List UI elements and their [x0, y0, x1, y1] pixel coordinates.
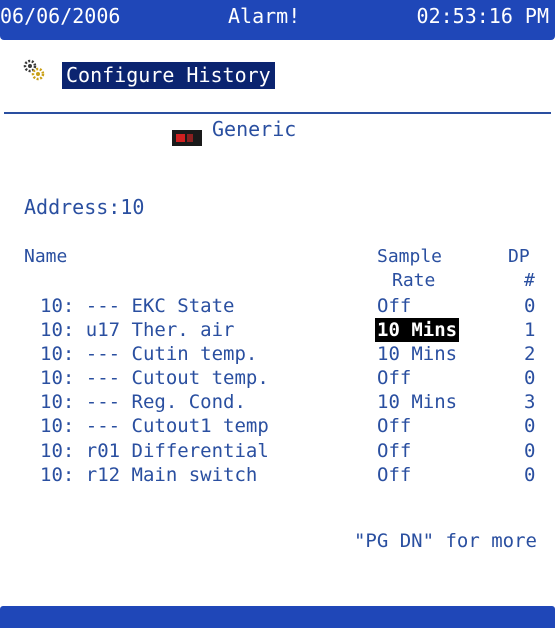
table-row[interactable]: 10: r01 Differential Off 0	[0, 439, 555, 463]
table-row[interactable]: 10: --- Cutout temp. Off 0	[0, 366, 555, 390]
column-header-dp-number: #	[524, 270, 535, 291]
status-bar: 06/06/2006 Alarm! 02:53:16 PM	[0, 0, 555, 40]
table-row[interactable]: 10: u17 Ther. air 10 Mins 1	[0, 318, 555, 343]
dp-number: 0	[524, 295, 536, 317]
table-row[interactable]: 10: --- Reg. Cond. 10 Mins 3	[0, 390, 555, 414]
sample-rate-field[interactable]: Off	[377, 463, 411, 487]
point-name: 10: --- Cutout temp.	[40, 367, 269, 390]
point-name: 10: --- EKC State	[40, 295, 235, 317]
sample-rate-field-selected[interactable]: 10 Mins	[375, 318, 460, 343]
column-header-rate: Rate	[392, 270, 436, 291]
dp-number: 3	[524, 391, 536, 414]
gear-icon	[23, 59, 45, 81]
table-row[interactable]: 10: r12 Main switch Off 0	[0, 463, 555, 487]
column-header-name: Name	[24, 246, 68, 267]
status-time: 02:53:16 PM	[416, 4, 549, 28]
point-name: 10: --- Cutin temp.	[40, 343, 258, 366]
alarm-indicator[interactable]: Alarm!	[228, 4, 300, 28]
point-name: 10: --- Cutout1 temp	[40, 415, 269, 438]
point-name: 10: --- Reg. Cond.	[40, 391, 246, 414]
page-title: Configure History	[62, 62, 275, 89]
dp-number: 0	[524, 415, 536, 438]
sample-rate-field[interactable]: 10 Mins	[377, 342, 457, 366]
bottom-bar	[0, 606, 555, 628]
dp-number: 2	[524, 343, 536, 366]
dp-number: 1	[524, 319, 536, 342]
sample-rate-field[interactable]: 10 Mins	[377, 390, 457, 414]
screen: 06/06/2006 Alarm! 02:53:16 PM Configure …	[0, 0, 555, 628]
point-name: 10: r01 Differential	[40, 439, 269, 462]
page-down-hint: "PG DN" for more	[353, 530, 537, 552]
dp-number: 0	[524, 439, 536, 462]
point-name: 10: u17 Ther. air	[40, 319, 235, 342]
sample-rate-field[interactable]: Off	[377, 439, 411, 463]
table-row[interactable]: 10: --- Cutout1 temp Off 0	[0, 414, 555, 438]
sample-rate-field[interactable]: Off	[377, 366, 411, 390]
column-header-dp: DP	[508, 246, 530, 267]
controller-icon	[172, 130, 202, 146]
table-row[interactable]: 10: --- Cutin temp. 10 Mins 2	[0, 342, 555, 366]
sample-rate-field[interactable]: Off	[377, 294, 411, 318]
table-row[interactable]: 10: --- EKC State Off 0	[0, 294, 555, 318]
sample-rate-field[interactable]: Off	[377, 414, 411, 438]
dp-number: 0	[524, 367, 536, 390]
column-header-sample: Sample	[377, 246, 443, 267]
device-name: Generic	[212, 117, 297, 141]
dp-number: 0	[524, 463, 536, 486]
status-date: 06/06/2006	[0, 4, 121, 28]
point-name: 10: r12 Main switch	[40, 463, 258, 486]
device-address: Address:10	[24, 195, 145, 219]
title-divider	[4, 112, 551, 114]
history-table: 10: --- EKC State Off 0 10: u17 Ther. ai…	[0, 294, 555, 487]
